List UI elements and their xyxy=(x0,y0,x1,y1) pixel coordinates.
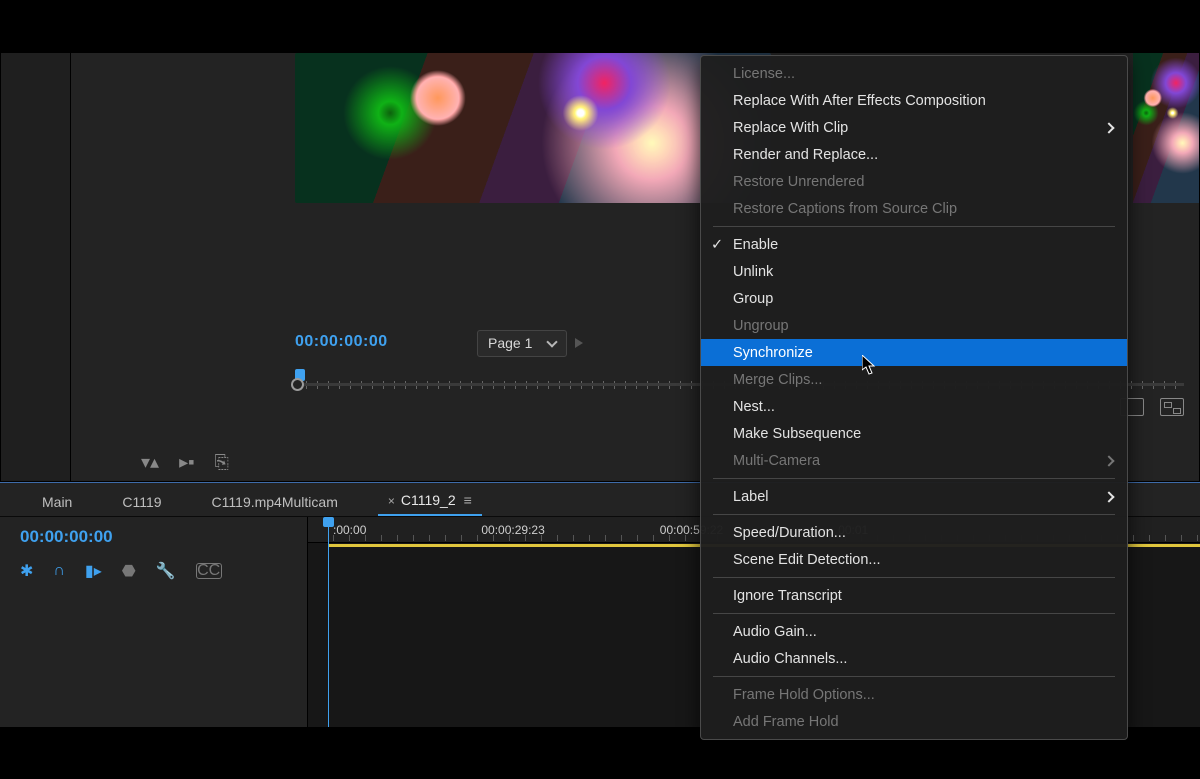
menu-item-restore-unrendered: Restore Unrendered xyxy=(701,168,1127,195)
menu-item-ungroup: Ungroup xyxy=(701,312,1127,339)
page-controls: Page 1 xyxy=(477,329,583,357)
menu-item-nest[interactable]: Nest... xyxy=(701,393,1127,420)
chevron-down-icon xyxy=(547,336,558,347)
mouse-cursor-icon xyxy=(862,355,878,375)
snap-icon[interactable]: ✱ xyxy=(20,561,33,581)
timeline-tab[interactable]: C1119.mp4Multicam xyxy=(202,488,348,516)
menu-item-ignore-transcript[interactable]: Ignore Transcript xyxy=(701,582,1127,609)
page-label: Page 1 xyxy=(488,335,532,351)
magnet-icon[interactable]: ∩ xyxy=(53,562,65,580)
tab-close-icon[interactable]: × xyxy=(388,494,395,508)
timeline-playhead[interactable] xyxy=(328,517,329,727)
menu-item-audio-channels[interactable]: Audio Channels... xyxy=(701,645,1127,672)
menu-item-audio-gain[interactable]: Audio Gain... xyxy=(701,618,1127,645)
monitor-footer-tools: ▾▴ ▸▪ ⎘ xyxy=(141,452,229,473)
menu-item-make-subsequence[interactable]: Make Subsequence xyxy=(701,420,1127,447)
cc-icon[interactable]: CC xyxy=(196,563,222,579)
insert-icon[interactable]: ▸▪ xyxy=(179,452,194,473)
context-menu: License... Replace With After Effects Co… xyxy=(700,55,1128,740)
chevron-right-icon xyxy=(1103,491,1114,502)
ruler-label: 00:00:29:23 xyxy=(481,523,544,537)
left-dock xyxy=(1,53,71,481)
multicam-view-icon[interactable] xyxy=(1160,398,1184,416)
menu-item-render-replace[interactable]: Render and Replace... xyxy=(701,141,1127,168)
tab-label: Main xyxy=(42,494,72,510)
menu-item-synchronize[interactable]: Synchronize xyxy=(701,339,1127,366)
ruler-label: :00:00 xyxy=(333,523,366,537)
chevron-right-icon xyxy=(1103,455,1114,466)
menu-item-enable[interactable]: ✓Enable xyxy=(701,231,1127,258)
menu-item-license: License... xyxy=(701,60,1127,87)
tab-menu-icon[interactable]: ≡ xyxy=(464,492,472,508)
menu-item-merge-clips: Merge Clips... xyxy=(701,366,1127,393)
tab-label: C1119 xyxy=(122,494,161,510)
ruler-knob[interactable] xyxy=(291,378,304,391)
menu-item-replace-ae[interactable]: Replace With After Effects Composition xyxy=(701,87,1127,114)
timeline-tool-icons: ✱ ∩ ▮▸ ⬣ 🔧 CC xyxy=(20,561,287,581)
letterbox-top xyxy=(0,0,1200,52)
page-dropdown[interactable]: Page 1 xyxy=(477,330,567,357)
tab-label: C1119_2 xyxy=(401,492,456,508)
menu-item-unlink[interactable]: Unlink xyxy=(701,258,1127,285)
menu-item-add-frame-hold: Add Frame Hold xyxy=(701,708,1127,735)
export-icon[interactable]: ⎘ xyxy=(215,452,229,473)
filter-icon[interactable]: ▾▴ xyxy=(141,452,159,473)
link-icon[interactable]: ▮▸ xyxy=(85,561,102,581)
tab-label: C1119.mp4Multicam xyxy=(212,494,338,510)
menu-item-frame-hold-opts: Frame Hold Options... xyxy=(701,681,1127,708)
panel-view-icons xyxy=(1120,398,1184,416)
marker-icon[interactable]: ⬣ xyxy=(122,561,136,581)
wrench-icon[interactable]: 🔧 xyxy=(156,561,176,581)
timeline-tab[interactable]: Main xyxy=(32,488,82,516)
menu-item-label[interactable]: Label xyxy=(701,483,1127,510)
menu-item-restore-captions: Restore Captions from Source Clip xyxy=(701,195,1127,222)
check-icon: ✓ xyxy=(711,237,723,253)
clip-thumbnail-right xyxy=(1133,53,1199,203)
timeline-timecode[interactable]: 00:00:00:00 xyxy=(20,527,287,547)
play-next-icon[interactable] xyxy=(575,338,583,348)
chevron-right-icon xyxy=(1103,122,1114,133)
menu-item-replace-clip[interactable]: Replace With Clip xyxy=(701,114,1127,141)
menu-item-group[interactable]: Group xyxy=(701,285,1127,312)
menu-item-scene-detect[interactable]: Scene Edit Detection... xyxy=(701,546,1127,573)
monitor-timecode[interactable]: 00:00:00:00 xyxy=(295,333,388,351)
timeline-header: 00:00:00:00 ✱ ∩ ▮▸ ⬣ 🔧 CC xyxy=(0,517,308,727)
timeline-tab[interactable]: C1119 xyxy=(112,488,171,516)
menu-item-multicam: Multi-Camera xyxy=(701,447,1127,474)
timeline-tab-active[interactable]: × C1119_2 ≡ xyxy=(378,486,482,516)
menu-item-speed-duration[interactable]: Speed/Duration... xyxy=(701,519,1127,546)
